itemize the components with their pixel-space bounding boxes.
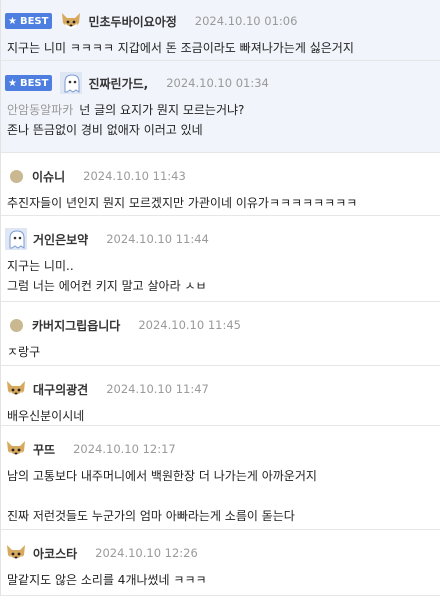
dog-avatar-icon[interactable] — [5, 438, 27, 460]
comment-body: 안암동알파카 넌 글의 요지가 뭔지 모르는거냐? 존나 뜬금없이 경비 없애자 … — [5, 96, 436, 140]
comment-author[interactable]: 이슈니 — [32, 168, 65, 185]
comment-author[interactable]: 꾸뜨 — [33, 441, 55, 458]
comment-body: 남의 고통보다 내주머니에서 백원한장 더 나가는게 아까운거지 진짜 저런것들… — [5, 462, 436, 526]
comment-header: 이슈니 2024.10.10 11:43 — [5, 163, 436, 189]
comment-text: 배우신분이시네 — [7, 409, 85, 423]
comment-header: 대구의광견 2024.10.10 11:47 — [5, 376, 436, 402]
comment-text: 지구는 니미 ㅋㅋㅋㅋ 지갑에서 돈 조금이라도 빠져나가는게 싫은거지 — [7, 41, 354, 55]
comment-item: 거인은보약 2024.10.10 11:44 지구는 니미.. 그럼 너는 에어… — [1, 216, 440, 302]
best-badge: ★ BEST — [5, 13, 53, 29]
dog-avatar-icon[interactable] — [5, 542, 27, 564]
ghost-avatar-icon[interactable] — [60, 72, 83, 94]
star-icon: ★ — [8, 77, 17, 89]
comment-body: 배우신분이시네 — [5, 402, 436, 426]
comment-header: 꾸뜨 2024.10.10 12:17 — [5, 436, 436, 462]
comment-text-line: 남의 고통보다 내주머니에서 백원한장 더 나가는게 아까운거지 — [7, 469, 317, 483]
dog-avatar-icon[interactable] — [5, 378, 27, 400]
comment-author[interactable]: 카버지그립읍니다 — [32, 317, 120, 334]
comment-body: 지구는 니미.. 그럼 너는 에어컨 키지 말고 살아라 ㅅㅂ — [5, 252, 436, 296]
comment-body: 추진자들이 년인지 뭔지 모르겠지만 가관이네 이유가ㅋㅋㅋㅋㅋㅋㅋㅋ — [5, 189, 436, 213]
comment-item: 이슈니 2024.10.10 11:43 추진자들이 년인지 뭔지 모르겠지만 … — [1, 153, 440, 216]
comment-author[interactable]: 민초두바이요아정 — [88, 13, 176, 30]
comment-list: ★ BEST 민초두바이요아정 2024.10.10 01:06 지구는 니미 ㅋ… — [0, 0, 440, 596]
comment-author[interactable]: 대구의광견 — [33, 381, 88, 398]
comment-author[interactable]: 거인은보약 — [33, 231, 88, 248]
comment-text: 말같지도 않은 소리를 4개나썼네 ㅋㅋㅋ — [7, 573, 207, 587]
comment-body: 지구는 니미 ㅋㅋㅋㅋ 지갑에서 돈 조금이라도 빠져나가는게 싫은거지 — [5, 34, 436, 58]
comment-date: 2024.10.10 12:26 — [95, 546, 198, 560]
comment-date: 2024.10.10 11:47 — [106, 382, 209, 396]
comment-text-line: 안암동알파카 넌 글의 요지가 뭔지 모르는거냐? — [7, 103, 245, 117]
comment-text: 추진자들이 년인지 뭔지 모르겠지만 가관이네 이유가ㅋㅋㅋㅋㅋㅋㅋㅋ — [7, 196, 358, 210]
comment-body: ㅈ랑구 — [5, 338, 436, 362]
comment-text-line: 진짜 저런것들도 누군가의 엄마 아빠라는게 소름이 돋는다 — [7, 509, 295, 523]
comment-text: ㅈ랑구 — [7, 345, 41, 359]
star-icon: ★ — [8, 15, 17, 27]
comment-body: 말같지도 않은 소리를 4개나썼네 ㅋㅋㅋ — [5, 566, 436, 590]
comment-author[interactable]: 아코스타 — [33, 545, 77, 562]
reply-target-nick[interactable]: 안암동알파카 — [7, 103, 73, 117]
comment-item: 아코스타 2024.10.10 12:26 말같지도 않은 소리를 4개나썼네 … — [1, 530, 440, 596]
comment-item: 카버지그립읍니다 2024.10.10 11:45 ㅈ랑구 — [1, 302, 440, 366]
comment-date: 2024.10.10 01:34 — [166, 76, 269, 90]
comment-text-line: 지구는 니미.. — [7, 259, 74, 273]
comment-header: 아코스타 2024.10.10 12:26 — [5, 540, 436, 566]
comment-header: ★ BEST 민초두바이요아정 2024.10.10 01:06 — [5, 8, 436, 34]
comment-item: 꾸뜨 2024.10.10 12:17 남의 고통보다 내주머니에서 백원한장 … — [1, 426, 440, 530]
comment-header: ★ BEST 진짜린가드, 2024.10.10 01:34 — [5, 70, 436, 96]
comment-text-line: 존나 뜬금없이 경비 없애자 이러고 있네 — [7, 123, 203, 137]
comment-item: ★ BEST 진짜린가드, 2024.10.10 01:34 안암동알파카 넌 글의… — [1, 61, 440, 153]
comment-item: 대구의광견 2024.10.10 11:47 배우신분이시네 — [1, 366, 440, 426]
comment-date: 2024.10.10 11:43 — [83, 169, 186, 183]
comment-date: 2024.10.10 11:44 — [106, 232, 209, 246]
ghost-avatar-icon[interactable] — [5, 228, 27, 250]
comment-item: ★ BEST 민초두바이요아정 2024.10.10 01:06 지구는 니미 ㅋ… — [1, 0, 440, 61]
comment-text-line: 그럼 너는 에어컨 키지 말고 살아라 ㅅㅂ — [7, 279, 207, 293]
default-avatar-icon[interactable] — [10, 169, 23, 183]
comment-header: 카버지그립읍니다 2024.10.10 11:45 — [5, 312, 436, 338]
comment-author[interactable]: 진짜린가드, — [88, 75, 148, 92]
comment-date: 2024.10.10 12:17 — [73, 442, 176, 456]
comment-date: 2024.10.10 01:06 — [194, 14, 298, 28]
dog-avatar-icon[interactable] — [60, 10, 82, 32]
comment-date: 2024.10.10 11:45 — [138, 318, 241, 332]
comment-header: 거인은보약 2024.10.10 11:44 — [5, 226, 436, 252]
default-avatar-icon[interactable] — [10, 318, 23, 332]
best-badge: ★ BEST — [5, 75, 53, 91]
